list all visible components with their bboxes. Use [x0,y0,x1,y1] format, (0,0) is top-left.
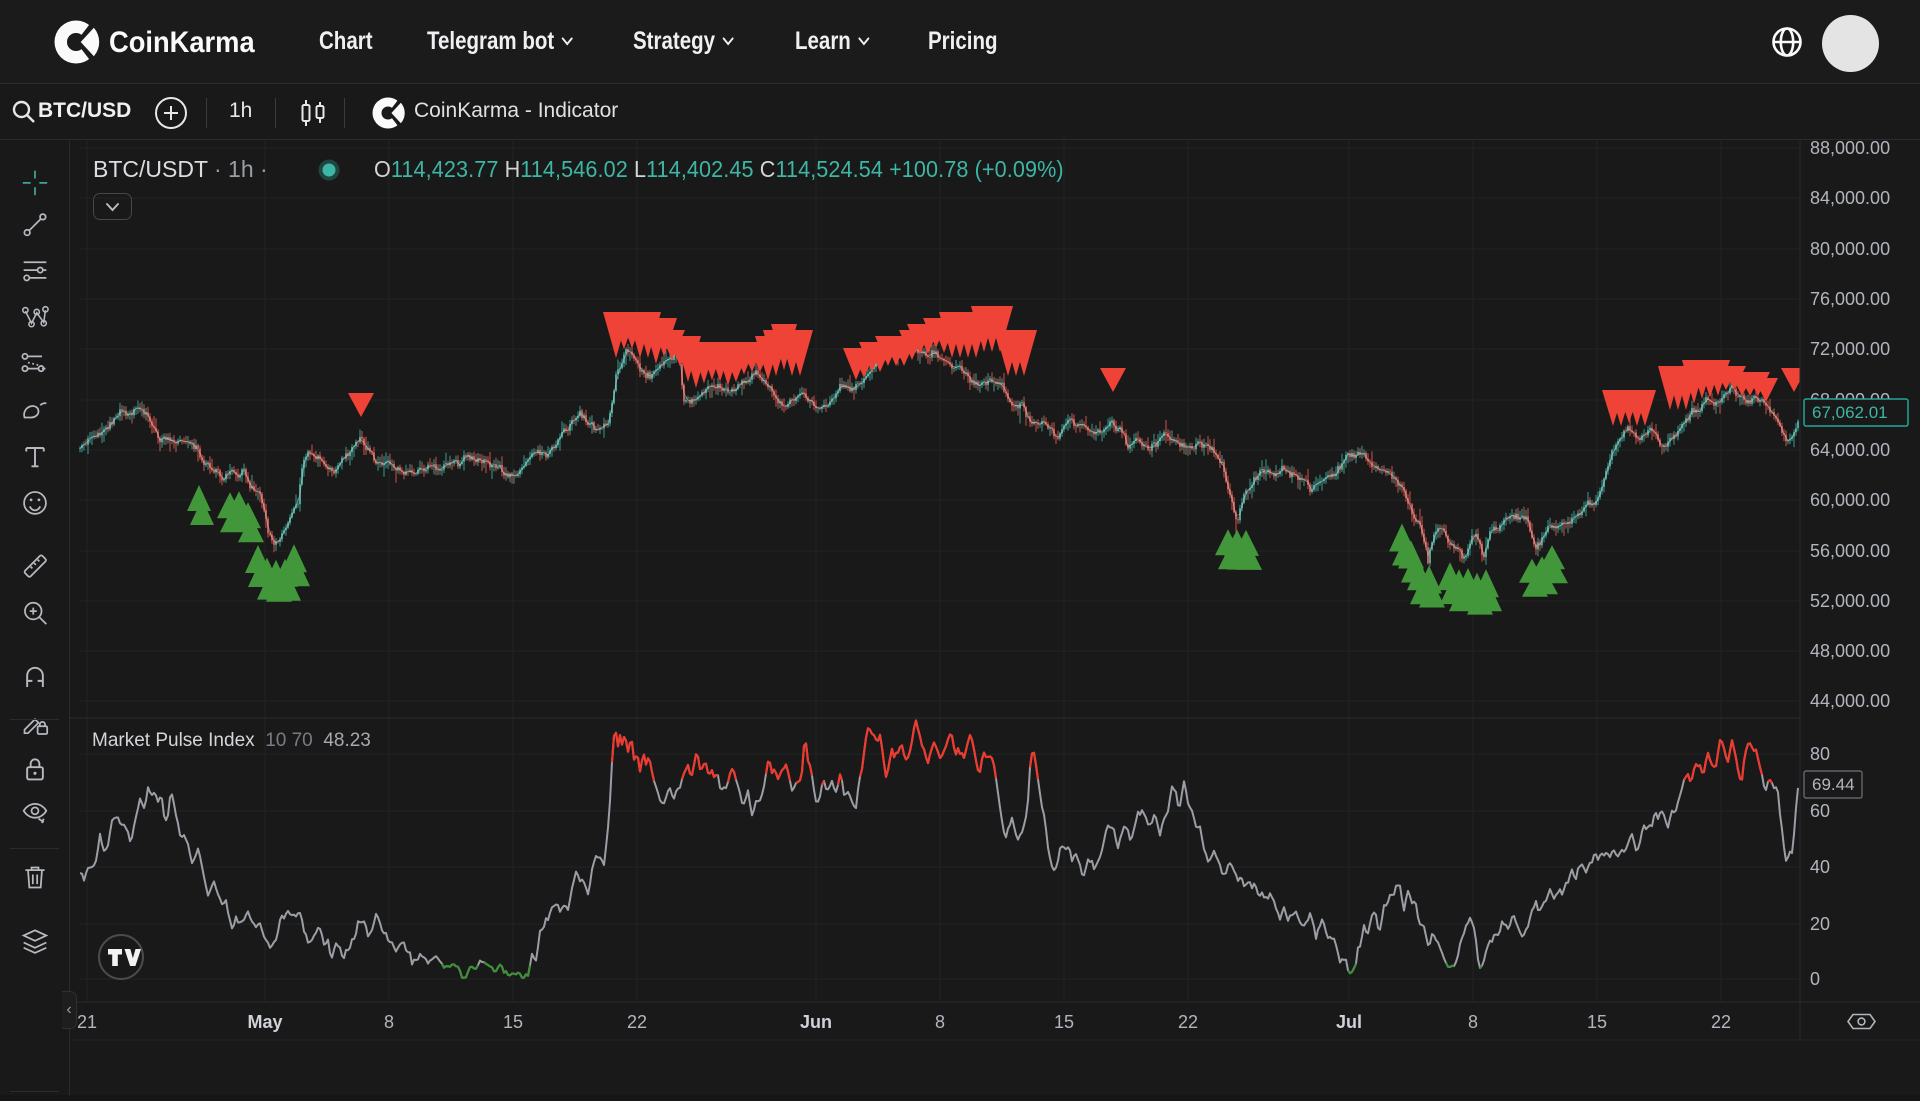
svg-text:May: May [247,1012,282,1032]
svg-text:60: 60 [1810,801,1830,821]
svg-text:84,000.00: 84,000.00 [1810,188,1890,208]
svg-text:40: 40 [1810,857,1830,877]
svg-text:20: 20 [1810,914,1830,934]
svg-text:64,000.00: 64,000.00 [1810,440,1890,460]
svg-text:69.44: 69.44 [1812,775,1855,794]
svg-text:8: 8 [1468,1012,1478,1032]
svg-text:22: 22 [1178,1012,1198,1032]
svg-text:60,000.00: 60,000.00 [1810,490,1890,510]
svg-text:15: 15 [503,1012,523,1032]
svg-text:22: 22 [627,1012,647,1032]
svg-text:80: 80 [1810,744,1830,764]
svg-text:44,000.00: 44,000.00 [1810,691,1890,711]
svg-text:80,000.00: 80,000.00 [1810,239,1890,259]
svg-text:52,000.00: 52,000.00 [1810,591,1890,611]
svg-text:Jul: Jul [1336,1012,1362,1032]
svg-text:72,000.00: 72,000.00 [1810,339,1890,359]
svg-text:48,000.00: 48,000.00 [1810,641,1890,661]
svg-text:21: 21 [77,1012,97,1032]
svg-text:Jun: Jun [800,1012,832,1032]
svg-text:56,000.00: 56,000.00 [1810,541,1890,561]
svg-text:0: 0 [1810,969,1820,989]
svg-text:88,000.00: 88,000.00 [1810,140,1890,158]
svg-text:76,000.00: 76,000.00 [1810,289,1890,309]
svg-text:15: 15 [1587,1012,1607,1032]
svg-text:22: 22 [1711,1012,1731,1032]
svg-text:15: 15 [1054,1012,1074,1032]
svg-text:8: 8 [935,1012,945,1032]
svg-text:67,062.01: 67,062.01 [1812,403,1888,422]
svg-text:8: 8 [384,1012,394,1032]
